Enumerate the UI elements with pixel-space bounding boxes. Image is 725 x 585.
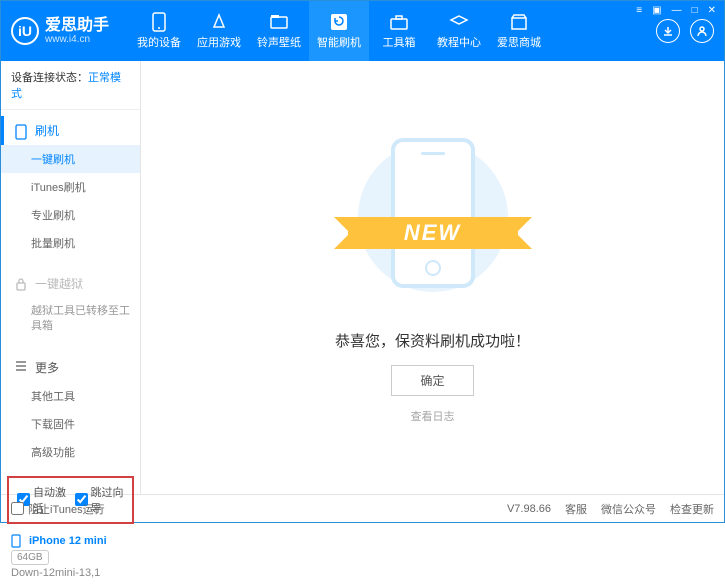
window-controls: ≡ ▣ — □ ✕ <box>634 3 718 18</box>
sidebar-group-jailbreak: 一键越狱 <box>1 269 140 298</box>
ok-button[interactable]: 确定 <box>391 365 473 396</box>
graduation-icon <box>449 12 469 32</box>
nav-apps[interactable]: 应用游戏 <box>189 1 249 61</box>
close-button[interactable]: ✕ <box>706 3 718 18</box>
download-button[interactable] <box>656 19 680 43</box>
wechat-link[interactable]: 微信公众号 <box>601 501 656 517</box>
nav-tutorial[interactable]: 教程中心 <box>429 1 489 61</box>
success-message: 恭喜您，保资料刷机成功啦！ <box>335 330 530 351</box>
nav-flash[interactable]: 智能刷机 <box>309 1 369 61</box>
sidebar-item-pro-flash[interactable]: 专业刷机 <box>1 201 140 229</box>
sidebar-item-advanced[interactable]: 高级功能 <box>1 438 140 466</box>
view-log-link[interactable]: 查看日志 <box>411 408 455 424</box>
sidebar-item-itunes-flash[interactable]: iTunes刷机 <box>1 173 140 201</box>
main-nav: 我的设备 应用游戏 铃声壁纸 智能刷机 工具箱 教程中心 爱思商城 <box>129 1 549 61</box>
block-itunes-checkbox[interactable]: 阻止iTunes运行 <box>11 501 105 517</box>
device-storage: 64GB <box>11 550 49 565</box>
nav-store[interactable]: 爱思商城 <box>489 1 549 61</box>
device-info[interactable]: iPhone 12 mini 64GB Down-12mini-13,1 <box>1 528 140 585</box>
menu-icon[interactable]: ≡ <box>634 3 644 18</box>
refresh-icon <box>329 12 349 32</box>
sidebar-group-more[interactable]: 更多 <box>1 353 140 382</box>
sidebar-group-flash[interactable]: 刷机 <box>1 116 140 145</box>
check-update-link[interactable]: 检查更新 <box>670 501 714 517</box>
nav-my-device[interactable]: 我的设备 <box>129 1 189 61</box>
store-icon <box>509 12 529 32</box>
sidebar-item-other-tools[interactable]: 其他工具 <box>1 382 140 410</box>
connection-status: 设备连接状态：正常模式 <box>1 61 140 110</box>
sidebar-item-batch-flash[interactable]: 批量刷机 <box>1 229 140 257</box>
toolbox-icon <box>389 12 409 32</box>
nav-ringtone[interactable]: 铃声壁纸 <box>249 1 309 61</box>
phone-icon <box>149 12 169 32</box>
device-model: Down-12mini-13,1 <box>11 567 130 579</box>
phone-icon <box>11 534 25 548</box>
app-logo: iU 爱思助手 www.i4.cn <box>11 17 109 45</box>
version-label: V7.98.66 <box>507 503 551 515</box>
user-button[interactable] <box>690 19 714 43</box>
phone-icon <box>15 124 29 138</box>
sidebar-item-oneclick-flash[interactable]: 一键刷机 <box>1 145 140 173</box>
success-illustration: NEW <box>348 132 518 312</box>
sidebar: 设备连接状态：正常模式 刷机 一键刷机 iTunes刷机 专业刷机 批量刷机 一… <box>1 61 141 494</box>
title-bar: iU 爱思助手 www.i4.cn 我的设备 应用游戏 铃声壁纸 智能刷机 工具… <box>1 1 724 61</box>
device-name-label: iPhone 12 mini <box>29 535 107 547</box>
sidebar-item-download-firmware[interactable]: 下载固件 <box>1 410 140 438</box>
app-subtitle: www.i4.cn <box>45 34 109 45</box>
lock-icon <box>15 277 29 291</box>
skin-icon[interactable]: ▣ <box>650 3 663 18</box>
folder-icon <box>269 12 289 32</box>
main-content: NEW 恭喜您，保资料刷机成功啦！ 确定 查看日志 <box>141 61 724 494</box>
menu-icon <box>15 360 29 374</box>
logo-icon: iU <box>11 17 39 45</box>
ribbon-text: NEW <box>348 217 518 249</box>
app-title: 爱思助手 <box>45 18 109 34</box>
apps-icon <box>209 12 229 32</box>
support-link[interactable]: 客服 <box>565 501 587 517</box>
minimize-button[interactable]: — <box>670 3 684 18</box>
jailbreak-note: 越狱工具已转移至工具箱 <box>1 298 140 341</box>
nav-toolbox[interactable]: 工具箱 <box>369 1 429 61</box>
maximize-button[interactable]: □ <box>690 3 700 18</box>
